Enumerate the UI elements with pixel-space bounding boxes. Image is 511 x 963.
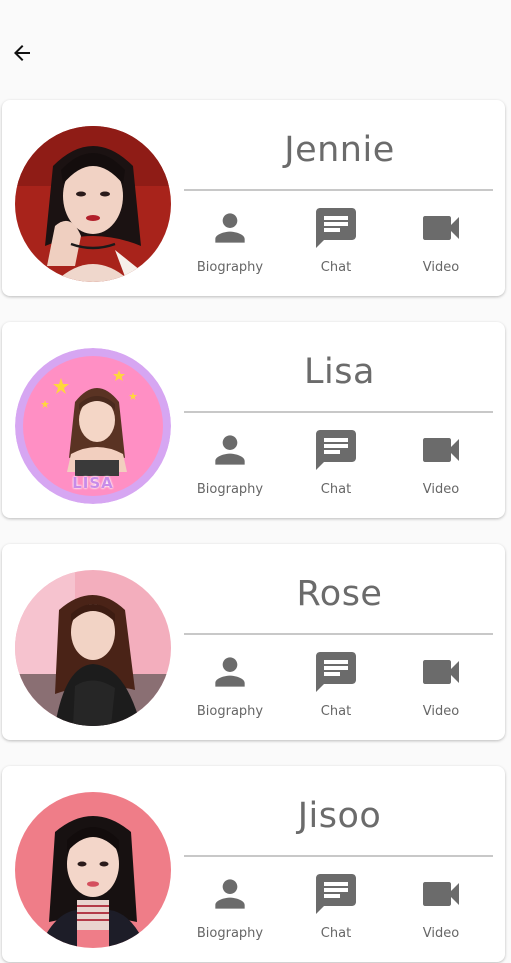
arrow-left-icon (14, 45, 30, 61)
video-button[interactable]: Video (393, 870, 489, 942)
videocam-icon (417, 870, 465, 918)
video-label: Video (422, 482, 460, 497)
person-icon (206, 648, 254, 696)
member-name: Rose (296, 574, 383, 614)
person-icon (206, 870, 254, 918)
chat-button[interactable]: Chat (288, 870, 384, 942)
chat-label: Chat (320, 926, 352, 941)
chat-label: Chat (320, 704, 352, 719)
chat-icon (312, 870, 360, 918)
person-icon (206, 426, 254, 474)
member-name: Lisa (304, 352, 375, 392)
video-button[interactable]: Video (393, 426, 489, 498)
biography-label: Biography (196, 926, 264, 941)
member-name: Jisoo (297, 796, 382, 836)
chat-icon (312, 426, 360, 474)
videocam-icon (417, 648, 465, 696)
back-button[interactable] (6, 37, 38, 69)
member-name: Jennie (284, 130, 395, 170)
video-label: Video (422, 926, 460, 941)
chat-button[interactable]: Chat (288, 648, 384, 720)
videocam-icon (417, 204, 465, 252)
chat-icon (312, 204, 360, 252)
chat-label: Chat (320, 482, 352, 497)
video-label: Video (422, 704, 460, 719)
biography-label: Biography (196, 482, 264, 497)
member-card-jisoo[interactable]: Jisoo Biography Chat Video (2, 766, 505, 962)
divider (184, 855, 493, 857)
video-button[interactable]: Video (393, 204, 489, 276)
chat-label: Chat (320, 260, 352, 275)
chat-button[interactable]: Chat (288, 426, 384, 498)
avatar-jennie (15, 126, 171, 282)
member-card-lisa[interactable]: LISA Lisa Biography Chat Video (2, 322, 505, 518)
divider (184, 189, 493, 191)
avatar-jisoo (15, 792, 171, 948)
video-button[interactable]: Video (393, 648, 489, 720)
member-card-jennie[interactable]: Jennie Biography Chat Video (2, 100, 505, 296)
chat-button[interactable]: Chat (288, 204, 384, 276)
biography-button[interactable]: Biography (182, 426, 278, 498)
biography-button[interactable]: Biography (182, 204, 278, 276)
person-icon (206, 204, 254, 252)
avatar-lisa: LISA (15, 348, 171, 504)
videocam-icon (417, 426, 465, 474)
biography-button[interactable]: Biography (182, 648, 278, 720)
biography-label: Biography (196, 260, 264, 275)
video-label: Video (422, 260, 460, 275)
biography-label: Biography (196, 704, 264, 719)
lisa-badge-text: LISA (72, 474, 114, 492)
divider (184, 411, 493, 413)
member-card-rose[interactable]: Rose Biography Chat Video (2, 544, 505, 740)
chat-icon (312, 648, 360, 696)
divider (184, 633, 493, 635)
avatar-rose (15, 570, 171, 726)
app-bar (0, 0, 511, 100)
biography-button[interactable]: Biography (182, 870, 278, 942)
